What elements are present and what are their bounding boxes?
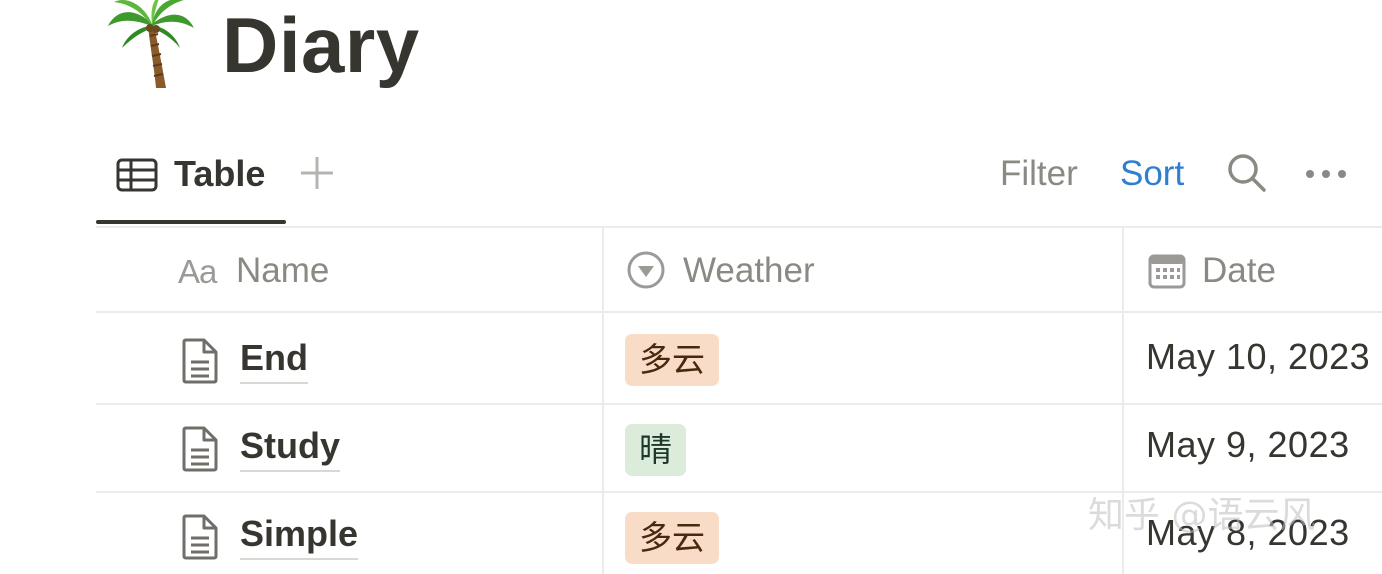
text-property-icon: Aa [178, 253, 217, 290]
page-doc-icon [180, 514, 220, 560]
row-divider [96, 403, 1382, 405]
row-title-link[interactable]: Study [240, 422, 341, 472]
palm-tree-icon[interactable] [104, 0, 196, 92]
tab-table-view[interactable]: Table [96, 146, 286, 226]
column-divider[interactable] [602, 228, 604, 574]
select-property-icon [626, 250, 666, 290]
column-header-date[interactable]: Date [1148, 246, 1382, 296]
view-bar-divider [96, 226, 1382, 228]
diary-page: Diary Table Filter Sort Aa Name Weather … [0, 0, 1382, 574]
column-header-label: Weather [683, 251, 815, 290]
header-divider [96, 311, 1382, 313]
calendar-icon [1148, 252, 1186, 290]
table-row-name-cell[interactable]: End [180, 332, 580, 392]
table-icon [116, 158, 158, 192]
tab-table-label: Table [174, 153, 266, 194]
page-doc-icon [180, 338, 220, 384]
column-header-label: Name [236, 251, 330, 290]
row-title-link[interactable]: Simple [240, 510, 359, 560]
table-row-name-cell[interactable]: Simple [180, 508, 580, 568]
weather-tag[interactable]: 多云 [625, 334, 719, 386]
active-tab-indicator [96, 220, 286, 224]
more-horizontal-icon[interactable] [1304, 160, 1348, 188]
page-doc-icon [180, 426, 220, 472]
column-header-name[interactable]: Aa Name [178, 246, 578, 296]
filter-button[interactable]: Filter [1000, 152, 1078, 196]
date-cell[interactable]: May 9, 2023 [1146, 421, 1350, 469]
column-divider[interactable] [1122, 228, 1124, 574]
add-view-plus-icon[interactable] [298, 154, 336, 192]
sort-button[interactable]: Sort [1120, 152, 1184, 196]
table-row-name-cell[interactable]: Study [180, 420, 580, 480]
search-icon[interactable] [1226, 152, 1268, 194]
row-title-link[interactable]: End [240, 334, 308, 384]
date-cell[interactable]: May 10, 2023 [1146, 333, 1370, 381]
weather-tag[interactable]: 晴 [625, 424, 686, 476]
row-divider [96, 491, 1382, 493]
page-title[interactable]: Diary [222, 0, 420, 90]
date-cell[interactable]: May 8, 2023 [1146, 509, 1350, 557]
column-header-label: Date [1202, 251, 1276, 290]
weather-tag[interactable]: 多云 [625, 512, 719, 564]
column-header-weather[interactable]: Weather [626, 246, 1106, 296]
